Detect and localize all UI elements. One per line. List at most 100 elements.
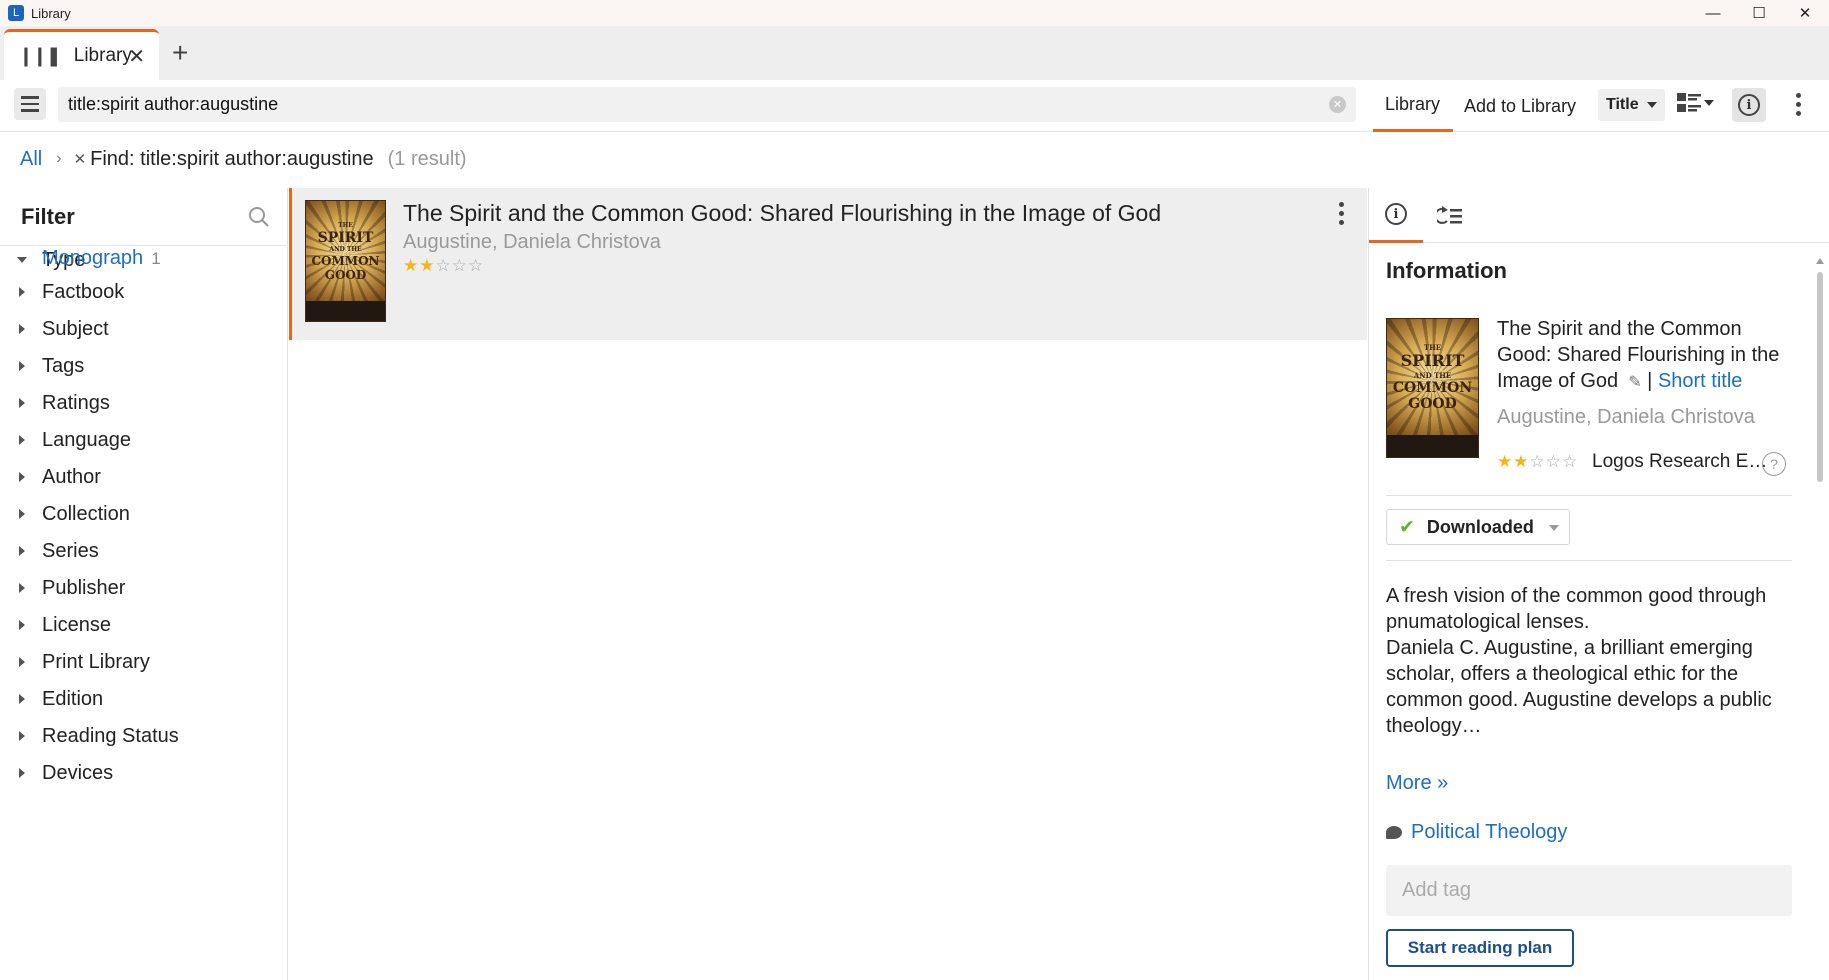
subject-link[interactable]: Political Theology xyxy=(1386,821,1567,844)
filter-group-author[interactable]: Author xyxy=(0,462,288,492)
scrollbar-thumb[interactable] xyxy=(1817,272,1823,482)
filter-item-monograph[interactable]: Monograph 1 xyxy=(42,247,161,270)
info-rating[interactable]: ★ ★ ☆ ☆ ☆ xyxy=(1497,453,1577,470)
info-scrollbar[interactable] xyxy=(1814,258,1826,980)
result-title[interactable]: The Spirit and the Common Good: Shared F… xyxy=(403,200,1161,227)
result-row[interactable]: THE SPIRIT AND THE COMMON GOOD The Spiri… xyxy=(289,188,1367,340)
start-reading-plan-button[interactable]: Start reading plan xyxy=(1386,929,1574,967)
cover-text: GOOD xyxy=(324,268,367,282)
help-icon[interactable]: ? xyxy=(1762,452,1786,476)
chevron-down-icon xyxy=(1704,100,1714,106)
add-to-library-button[interactable]: Add to Library xyxy=(1464,80,1576,132)
filter-group-print-library[interactable]: Print Library xyxy=(0,647,288,677)
filter-group-label: Series xyxy=(42,539,99,562)
breadcrumb-all[interactable]: All xyxy=(20,148,42,171)
tab-close-icon[interactable]: ✕ xyxy=(128,44,145,69)
book-cover: THE SPIRIT AND THE COMMON GOOD xyxy=(305,200,386,322)
minimize-icon[interactable]: — xyxy=(1690,0,1736,26)
close-icon[interactable]: ✕ xyxy=(1782,0,1828,26)
star-empty-icon[interactable]: ☆ xyxy=(468,257,483,274)
filter-group-label: Print Library xyxy=(42,650,150,673)
star-filled-icon[interactable]: ★ xyxy=(1513,453,1528,470)
star-empty-icon[interactable]: ☆ xyxy=(436,257,451,274)
collapsed-triangle-icon xyxy=(19,324,25,334)
research-edition-label: Logos Research E… xyxy=(1592,451,1768,472)
cover-text: AND THE xyxy=(329,246,362,253)
star-filled-icon[interactable]: ★ xyxy=(1497,453,1512,470)
collapsed-triangle-icon xyxy=(19,731,25,741)
more-options-icon[interactable] xyxy=(1796,93,1801,116)
star-empty-icon[interactable]: ☆ xyxy=(1546,453,1561,470)
tab-information[interactable]: i xyxy=(1369,188,1423,243)
filter-panel: Filter Type Monograph 1 Factbook Subject Tags… xyxy=(0,188,288,980)
filter-group-series[interactable]: Series xyxy=(0,536,288,566)
download-status-dropdown[interactable]: ✔ Downloaded xyxy=(1386,509,1570,545)
sort-select[interactable]: Title xyxy=(1598,89,1665,121)
collapsed-triangle-icon xyxy=(19,361,25,371)
star-empty-icon[interactable]: ☆ xyxy=(1530,453,1545,470)
cover-text: SPIRIT xyxy=(317,230,374,246)
result-more-options-icon[interactable] xyxy=(1339,202,1344,225)
view-mode-button[interactable] xyxy=(1677,92,1714,114)
result-rating[interactable]: ★ ★ ☆ ☆ ☆ xyxy=(403,257,483,274)
library-window: L Library — ☐ ✕ ❙❙❚ Library ✕ + ✕ Librar… xyxy=(0,0,1829,980)
star-filled-icon[interactable]: ★ xyxy=(419,257,434,274)
edit-pencil-icon[interactable]: ✎ xyxy=(1624,374,1641,391)
filter-group-subject[interactable]: Subject xyxy=(0,314,288,344)
star-empty-icon[interactable]: ☆ xyxy=(1562,453,1577,470)
cover-text: COMMON xyxy=(1392,380,1473,396)
filter-item-count: 1 xyxy=(151,249,161,268)
maximize-icon[interactable]: ☐ xyxy=(1736,0,1782,26)
menu-hamburger-icon[interactable] xyxy=(14,88,46,120)
info-title-block: The Spirit and the Common Good: Shared F… xyxy=(1497,316,1787,396)
filter-group-devices[interactable]: Devices xyxy=(0,758,288,788)
tab-library[interactable]: ❙❙❚ Library ✕ xyxy=(4,29,159,80)
cover-text: AND THE xyxy=(1413,371,1452,380)
tab-reading-plan[interactable] xyxy=(1423,188,1477,243)
collapsed-triangle-icon xyxy=(19,694,25,704)
new-tab-plus-icon[interactable]: + xyxy=(172,39,188,67)
sort-select-label: Title xyxy=(1606,96,1639,113)
filter-group-language[interactable]: Language xyxy=(0,425,288,455)
info-book-cover: THE SPIRIT AND THE COMMON GOOD xyxy=(1386,318,1479,458)
filter-group-reading-status[interactable]: Reading Status xyxy=(0,721,288,751)
remove-filter-icon[interactable]: ✕ xyxy=(74,150,87,168)
star-empty-icon[interactable]: ☆ xyxy=(452,257,467,274)
search-input[interactable] xyxy=(68,87,1318,122)
results-list: THE SPIRIT AND THE COMMON GOOD The Spiri… xyxy=(289,188,1367,980)
scroll-up-icon[interactable] xyxy=(1816,258,1824,264)
filter-group-label: Subject xyxy=(42,317,109,340)
filter-item-label: Monograph xyxy=(42,247,144,269)
info-author: Augustine, Daniela Christova xyxy=(1497,406,1755,428)
info-icon: i xyxy=(1738,94,1760,116)
collapsed-triangle-icon xyxy=(19,768,25,778)
filter-group-factbook[interactable]: Factbook xyxy=(0,277,288,307)
filter-group-publisher[interactable]: Publisher xyxy=(0,573,288,603)
title-bar: L Library — ☐ ✕ xyxy=(0,0,1829,26)
collapsed-triangle-icon xyxy=(19,509,25,519)
filter-group-label: Collection xyxy=(42,502,130,525)
window-title: Library xyxy=(31,5,71,21)
clear-search-icon[interactable]: ✕ xyxy=(1329,96,1346,113)
chevron-down-icon xyxy=(1549,525,1559,531)
library-button[interactable]: Library xyxy=(1373,80,1453,132)
filter-group-edition[interactable]: Edition xyxy=(0,684,288,714)
short-title-link[interactable]: Short title xyxy=(1658,370,1742,392)
title-separator: | xyxy=(1647,370,1653,392)
info-panel-toggle[interactable]: i xyxy=(1732,88,1766,122)
filter-group-tags[interactable]: Tags xyxy=(0,351,288,381)
more-link[interactable]: More » xyxy=(1386,772,1448,795)
collapsed-triangle-icon xyxy=(19,435,25,445)
divider xyxy=(1386,495,1792,496)
filter-group-collection[interactable]: Collection xyxy=(0,499,288,529)
view-list-icon xyxy=(1677,93,1701,112)
collapsed-triangle-icon xyxy=(19,657,25,667)
add-tag-input[interactable] xyxy=(1386,865,1792,916)
check-icon: ✔ xyxy=(1399,516,1415,538)
filter-group-license[interactable]: License xyxy=(0,610,288,640)
filter-group-ratings[interactable]: Ratings xyxy=(0,388,288,418)
filter-title: Filter xyxy=(21,204,75,229)
info-tabs: i xyxy=(1369,188,1829,243)
star-filled-icon[interactable]: ★ xyxy=(403,257,418,274)
search-icon[interactable] xyxy=(248,206,270,228)
